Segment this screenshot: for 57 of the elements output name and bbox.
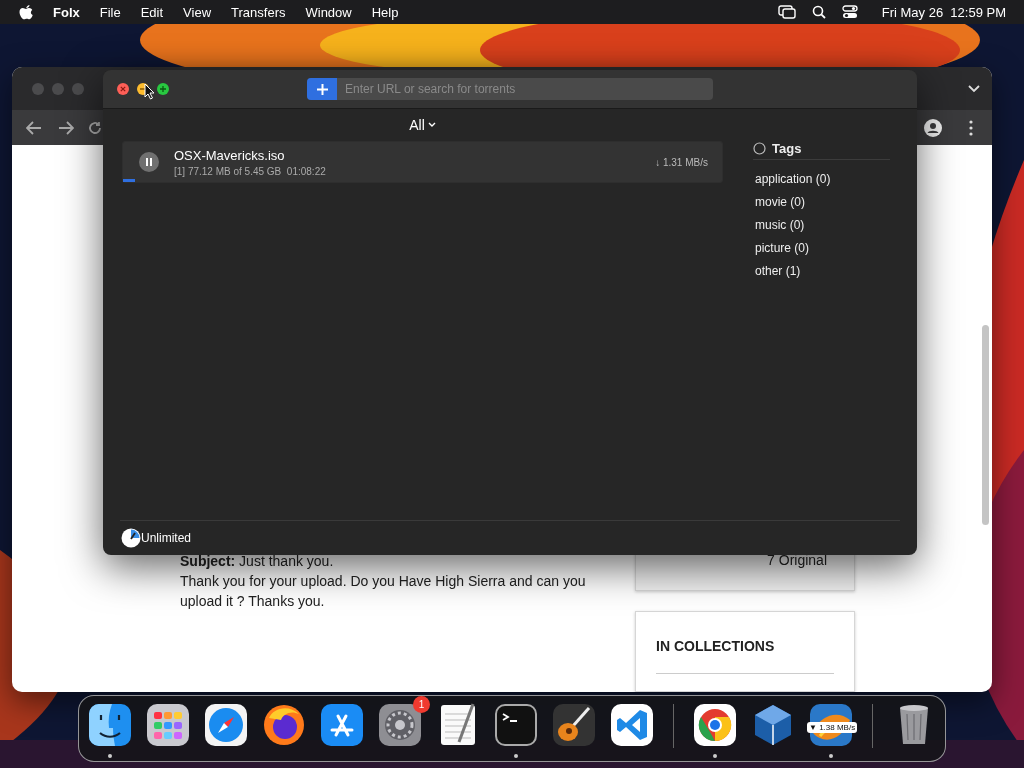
app-menu[interactable]: Folx [33, 4, 90, 20]
speed-badge: ▼ 1.38 MB/s [807, 722, 858, 733]
terminal-icon[interactable] [493, 702, 539, 748]
menu-item[interactable]: Window [295, 4, 362, 20]
pointer-icon [144, 83, 155, 100]
chevron-down-icon [427, 122, 436, 128]
tag-item[interactable]: application (0) [755, 168, 890, 191]
circle-icon[interactable] [753, 142, 766, 155]
menu-item[interactable]: Edit [130, 4, 174, 20]
more-icon[interactable] [968, 119, 974, 136]
tag-item[interactable]: movie (0) [755, 191, 890, 214]
comment-subject: Subject: Just thank you. [180, 552, 335, 571]
chevron-down-icon[interactable] [968, 84, 980, 93]
menu-item[interactable]: File [89, 4, 131, 20]
filter-dropdown[interactable]: All [409, 117, 436, 133]
notification-badge: 1 [413, 696, 430, 713]
download-details: [1] 77.12 MB of 5.45 GB 01:08:22 [174, 165, 327, 177]
section-heading: IN COLLECTIONS [656, 637, 776, 657]
download-row[interactable]: OSX-Mavericks.iso [1] 77.12 MB of 5.45 GB 01:08:22 ↓ 1.31 MB/s [122, 141, 723, 183]
menu-item[interactable]: View [173, 4, 222, 20]
face-icon[interactable] [87, 702, 133, 748]
speed-limit[interactable]: Unlimited [141, 531, 191, 545]
scrollbar[interactable] [982, 325, 989, 525]
speedometer-icon[interactable] [121, 528, 141, 548]
a-shape-icon[interactable] [319, 702, 365, 748]
zoom-button[interactable] [157, 83, 169, 95]
close-button[interactable] [117, 83, 129, 95]
guitar-icon[interactable] [551, 702, 597, 748]
comment-text: Thank you for your upload. Do you Have High Sierra and can you upload it ? Thanks you. [180, 572, 587, 611]
menu-item[interactable]: Transfers [221, 4, 296, 20]
search-icon[interactable] [811, 5, 826, 19]
user-icon[interactable] [924, 118, 942, 137]
compass-icon[interactable] [203, 702, 249, 748]
windows-icon[interactable] [777, 5, 796, 19]
download-speed: ↓ 1.31 MB/s [655, 156, 708, 168]
globe-icon[interactable] [261, 702, 307, 748]
file-name: OSX-Mavericks.iso [174, 147, 286, 163]
tag-item[interactable]: music (0) [755, 214, 890, 237]
forward-icon[interactable] [58, 120, 74, 135]
ring-icon[interactable] [692, 702, 738, 748]
reload-icon[interactable] [88, 120, 102, 135]
ribbon-icon[interactable] [609, 702, 655, 748]
app-grid-icon[interactable] [145, 702, 191, 748]
back-icon[interactable] [26, 120, 42, 135]
pause-icon [145, 158, 153, 166]
tag-item[interactable]: picture (0) [755, 237, 890, 260]
clock: Fri May 26 12:59 PM [881, 4, 1006, 20]
pause-button[interactable] [139, 152, 159, 172]
toggle-icon[interactable] [841, 5, 858, 19]
apple-icon[interactable] [19, 4, 33, 20]
gear-icon[interactable] [377, 702, 423, 748]
stats-label: 7 Original [767, 551, 827, 571]
menu-item[interactable]: Help [361, 4, 409, 20]
tags-title: Tags [772, 141, 802, 156]
add-button[interactable] [307, 78, 337, 100]
tag-item[interactable]: other (1) [755, 260, 890, 283]
plus-icon [316, 83, 328, 95]
